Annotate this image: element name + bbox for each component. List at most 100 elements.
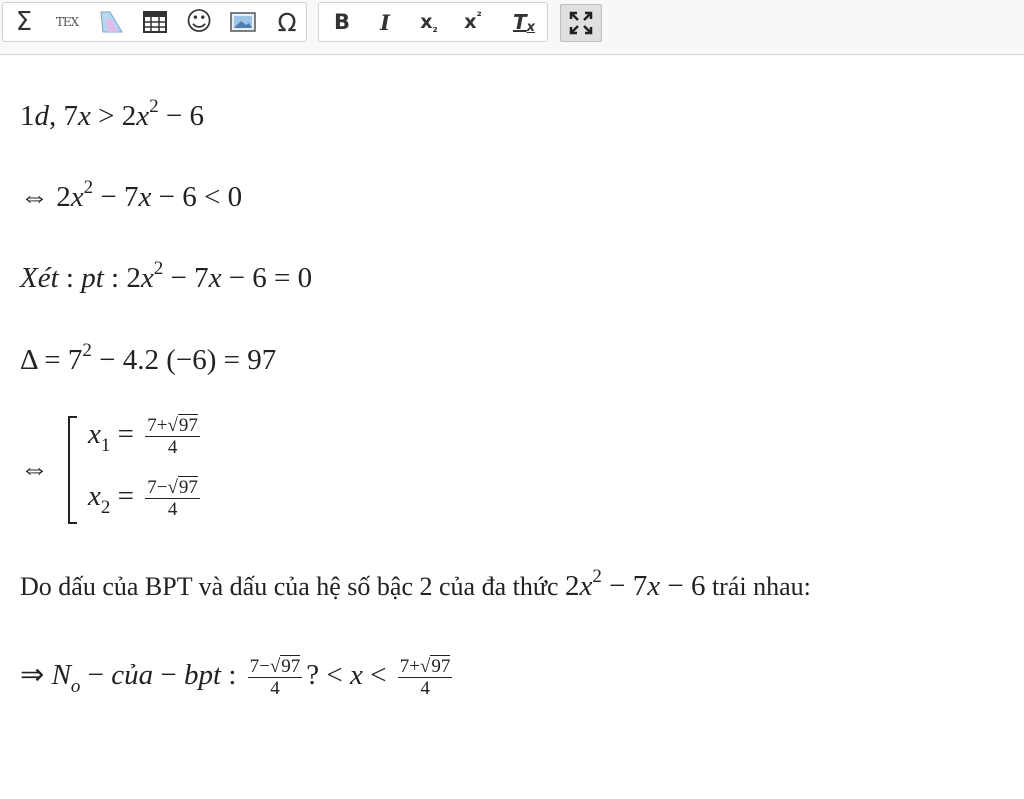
l7-f1-numerator: 7−√97 (247, 655, 303, 678)
sum-icon[interactable]: Σ (7, 5, 41, 39)
bold-icon[interactable]: B (325, 5, 359, 39)
x1-radicand: 97 (177, 414, 198, 436)
l7-f2-denominator: 4 (420, 678, 430, 699)
l2-d: x (138, 181, 152, 213)
x1-denominator: 4 (167, 437, 178, 458)
explanation-text: Do dấu của BPT và dấu của hệ số bậc 2 củ… (20, 566, 811, 607)
x1-num-pre: 7+√ (147, 415, 178, 436)
l6-mb: x (579, 570, 593, 602)
l3-c: : (58, 262, 82, 294)
l6-mc: − 7 (601, 570, 648, 602)
superscript-icon[interactable]: x² (456, 5, 490, 39)
l7-b: N (51, 659, 71, 692)
l7-f2-pre: 7+√ (399, 656, 431, 677)
l3-f: x (140, 262, 154, 294)
l4-sup: 2 (82, 340, 92, 361)
l6-text: Do dấu của BPT và dấu của hệ số bậc 2 củ… (20, 572, 565, 601)
l2-b: x (70, 181, 84, 213)
math-line-3: Xét : pt : 2x2 − 7x − 6 = 0 (20, 258, 313, 299)
l1-e: > 2 (90, 100, 137, 132)
l1-d: x (78, 100, 91, 132)
l2-c: − 7 (93, 181, 139, 213)
x2-eq: = (110, 480, 142, 513)
l1-b: d (34, 100, 50, 132)
l7-g: : (221, 659, 244, 692)
x2-fraction: 7−√97 4 (145, 476, 200, 520)
l2-sup: 2 (83, 177, 94, 198)
l1-c: , 7 (49, 100, 78, 132)
subscript-mark: ₂ (432, 21, 438, 35)
x1-fraction: 7+√97 4 (145, 414, 200, 458)
clear-format-glyph: T (512, 10, 527, 34)
l6-me: − 6 (660, 570, 706, 602)
l7-f2-radicand: 97 (430, 655, 451, 677)
clear-format-mark: x (526, 19, 536, 35)
l7-sub: o (70, 676, 81, 698)
l1-a: 1 (20, 100, 35, 132)
editor-content[interactable]: 1d, 7x > 2x2 − 6 ⇔ 2x2 − 7x − 6 < 0 Xét … (0, 56, 1024, 799)
l6-tail: trái nhau: (705, 572, 811, 601)
x2-var: x (88, 480, 101, 513)
l4-b: − 4.2 (−6) = 97 (91, 344, 277, 376)
x1-eq: = (110, 418, 142, 451)
l1-g: − 6 (158, 100, 204, 132)
table-icon[interactable] (138, 5, 172, 39)
subscript-glyph: x (420, 11, 433, 33)
l3-d: pt (81, 262, 104, 294)
clear-format-icon[interactable]: Tx (507, 5, 541, 39)
superscript-glyph: x (464, 11, 477, 33)
omega-icon[interactable]: Ω (270, 5, 304, 39)
x2-sub: 2 (100, 497, 111, 519)
l7-c: − (80, 659, 112, 692)
fullscreen-icon[interactable] (560, 4, 602, 42)
image-icon[interactable] (226, 5, 260, 39)
l7-f: bpt (184, 659, 222, 692)
l7-f1-pre: 7−√ (249, 656, 281, 677)
toolbar-group-view (557, 2, 604, 42)
l6-md: x (647, 570, 661, 602)
l3-i: − 6 = 0 (221, 262, 313, 294)
toolbar-group-format: B I x₂ x² Tx (318, 2, 548, 42)
l4-a: Δ = 7 (20, 344, 83, 376)
l7-f1-radicand: 97 (280, 655, 301, 677)
editor-toolbar: Σ TEX ☺ Ω B I x₂ x² Tx (0, 0, 1024, 55)
l2-e: − 6 < 0 (151, 181, 243, 213)
l7-fraction-1: 7−√97 4 (247, 655, 303, 699)
system-bracket (68, 416, 77, 524)
x2-denominator: 4 (167, 499, 178, 520)
l7-f1-denominator: 4 (270, 678, 280, 699)
superscript-mark: ² (476, 9, 482, 23)
subscript-icon[interactable]: x₂ (412, 5, 446, 39)
tex-icon[interactable]: TEX (50, 5, 84, 39)
x2-radicand: 97 (177, 476, 198, 498)
l7-h: ? < (306, 659, 351, 692)
root-x1: x1 = 7+√97 4 (88, 414, 204, 458)
l7-a: ⇒ (20, 659, 52, 692)
l7-f2-numerator: 7+√97 (397, 655, 453, 678)
math-line-4: Δ = 72 − 4.2 (−6) = 97 (20, 340, 277, 381)
root-x2: x2 = 7−√97 4 (88, 476, 204, 520)
l6-ma: 2 (564, 570, 580, 602)
math-line-1: 1d, 7x > 2x2 − 6 (20, 96, 204, 137)
smiley-icon[interactable]: ☺ (182, 5, 216, 39)
l3-a: X (20, 262, 38, 294)
l3-sup: 2 (153, 258, 164, 279)
l7-d: của (111, 659, 154, 692)
shape-icon[interactable] (94, 5, 128, 39)
l3-e: : 2 (103, 262, 141, 294)
l7-i: x (350, 659, 363, 692)
l3-h: x (208, 262, 222, 294)
italic-icon[interactable]: I (368, 5, 402, 39)
x1-sub: 1 (100, 435, 111, 457)
l3-b: ét (37, 262, 59, 294)
l1-f: x (136, 100, 150, 132)
l7-fraction-2: 7+√97 4 (397, 655, 453, 699)
toolbar-group-insert: Σ TEX ☺ Ω (2, 2, 307, 42)
x1-var: x (88, 418, 101, 451)
l5-arrow: ⇔ (20, 453, 49, 485)
x2-num-pre: 7−√ (147, 477, 178, 498)
x1-numerator: 7+√97 (145, 414, 200, 437)
l7-e: − (153, 659, 184, 692)
math-line-7: ⇒ No − của − bpt : 7−√97 4? < x < 7+√97 4 (20, 655, 456, 699)
x2-numerator: 7−√97 (145, 476, 200, 499)
